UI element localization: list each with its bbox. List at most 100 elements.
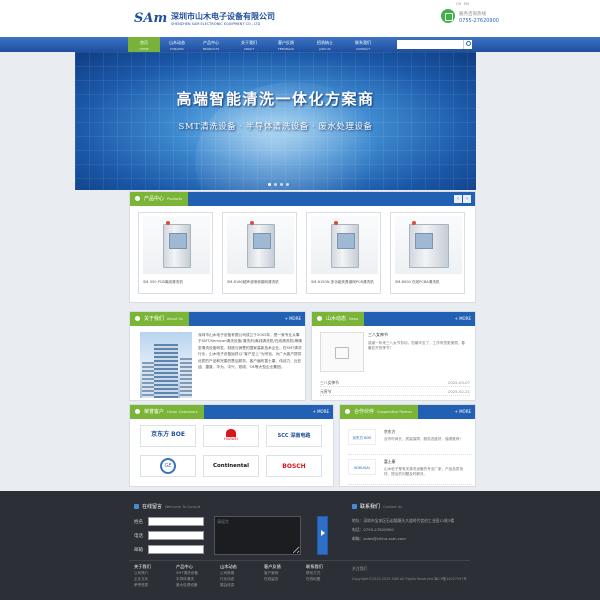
customer-logo-text: GE bbox=[160, 458, 176, 474]
building-shape bbox=[154, 344, 178, 398]
contact-section-title: 联系我们 Contact Us bbox=[352, 503, 402, 510]
partners-panel: 合作伙伴 Cooperative Partner + MORE 京东方 BOE 京… bbox=[339, 404, 476, 487]
footer-col-news: 山木动态 公司新闻 行业动态 展会信息 bbox=[220, 564, 237, 588]
submit-button[interactable] bbox=[317, 516, 328, 555]
product-card[interactable]: SM-350 PCB离线清洗机 bbox=[138, 212, 213, 294]
footer-col-products: 产品中心 SMT清洗设备 半导体清洗 废水处理设备 bbox=[176, 564, 198, 588]
about-more-link[interactable]: + MORE bbox=[284, 312, 301, 326]
customer-logo-boe[interactable]: 京东方 BOE bbox=[140, 425, 196, 447]
huawei-flower-icon bbox=[226, 429, 236, 437]
building-shape bbox=[180, 358, 192, 398]
about-panel: 关于我们 About Us + MORE 深圳市山木电子设备有限公司成立于2003… bbox=[129, 311, 306, 401]
product-card[interactable]: SM-8150N 多功能夹具钢网PCB清洗机 bbox=[306, 212, 381, 294]
banner-dot[interactable] bbox=[280, 183, 283, 186]
nav-join-us[interactable]: 招贤纳士 JOIN US bbox=[309, 37, 341, 52]
nav-products[interactable]: 产品中心 PRODUCTS bbox=[195, 37, 227, 52]
phone-text: 电话：0755-27620900 bbox=[352, 527, 394, 532]
list-item[interactable]: 三八女神节 2025-03-07 bbox=[320, 378, 470, 387]
customer-logo-ge[interactable]: GE bbox=[140, 455, 196, 477]
nav-home[interactable]: 首页 HOME bbox=[128, 37, 160, 52]
news-panel: 山木动态 News + MORE 三八女神节 感谢一年来三八女节劳动，您最辛苦了，… bbox=[311, 311, 476, 401]
partner-desc: 合作时间长，质量保障，服务态度好，值得推荐！ bbox=[384, 437, 464, 441]
machine-image bbox=[331, 221, 359, 268]
lang-cn-link[interactable]: CH bbox=[456, 2, 461, 6]
products-panel: 产品中心 Products ‹ › SM-350 PCB离线清洗机 SM-8160超… bbox=[129, 191, 476, 303]
footer-link[interactable]: 在线地图 bbox=[306, 576, 323, 582]
phone-icon bbox=[441, 9, 455, 23]
wechat-label: 关注我们 bbox=[352, 566, 368, 571]
building-shape bbox=[142, 362, 154, 398]
language-switch: CH EN bbox=[456, 2, 472, 6]
customer-logo-huawei[interactable]: HUAWEI bbox=[203, 425, 259, 447]
email-text: 邮箱：sales@china-sam.com bbox=[352, 536, 406, 541]
company-english-name: SHENZHEN SAM ELECTRONIC EQUIPMENT CO., L… bbox=[171, 22, 261, 26]
email-field[interactable] bbox=[148, 545, 204, 554]
customers-panel: 荣誉客户 Honor Customers + MORE 京东方 BOE HUAWE… bbox=[129, 404, 334, 487]
customers-header: 荣誉客户 Honor Customers + MORE bbox=[130, 405, 333, 419]
next-arrow-icon[interactable]: › bbox=[463, 195, 471, 203]
news-list: 三八女神节 2025-03-07 元宵节 2025-02-21 bbox=[320, 378, 470, 396]
hotline-number: 0755-27620900 bbox=[459, 18, 499, 24]
customer-logo-text: 京东方 BOE bbox=[151, 431, 185, 438]
product-name: SM-8160超声波喷淋钢网清洗机 bbox=[227, 280, 279, 284]
search-input[interactable] bbox=[397, 40, 463, 49]
nav-dynamic[interactable]: 山木动态 DYNAMIC bbox=[161, 37, 193, 52]
prev-arrow-icon[interactable]: ‹ bbox=[454, 195, 462, 203]
nav-about[interactable]: 关于我们 ABOUT bbox=[233, 37, 265, 52]
site-header: SAm 深圳市山木电子设备有限公司 SHENZHEN SAM ELECTRONI… bbox=[0, 0, 600, 37]
news-header: 山木动态 News + MORE bbox=[312, 312, 475, 326]
product-image bbox=[143, 216, 210, 274]
search-icon[interactable] bbox=[463, 40, 472, 49]
customer-logo-continental[interactable]: Continental bbox=[203, 455, 259, 477]
lang-en-link[interactable]: EN bbox=[464, 2, 469, 6]
products-header: 产品中心 Products ‹ › bbox=[130, 192, 475, 206]
news-more-link[interactable]: + MORE bbox=[454, 312, 471, 326]
footer-col-feedback: 客户反馈 客户案例 在线留言 bbox=[264, 564, 281, 582]
partners-list: 京东方 BOE 京东方 合作时间长，质量保障，服务态度好，值得推荐！ KOKUS… bbox=[348, 425, 472, 485]
footer-link[interactable]: 废水处理设备 bbox=[176, 582, 198, 588]
customer-logo-text: Continental bbox=[212, 463, 250, 469]
partners-more-link[interactable]: + MORE bbox=[454, 405, 471, 419]
partner-logo: 京东方 BOE bbox=[348, 429, 376, 445]
company-logo[interactable]: SAm bbox=[134, 11, 167, 26]
product-card[interactable]: SM-8160超声波喷淋钢网清洗机 bbox=[222, 212, 297, 294]
partner-logo: KOKUSAI bbox=[348, 459, 376, 475]
customer-logo-scc[interactable]: SCC 深南电路 bbox=[266, 425, 322, 447]
customers-more-link[interactable]: + MORE bbox=[312, 405, 329, 419]
customers-tab[interactable]: 荣誉客户 Honor Customers bbox=[130, 405, 204, 419]
partner-name: 富士康 bbox=[384, 459, 396, 464]
copyright-text: Copyright©2015-2025 SAM All Rights Reser… bbox=[352, 577, 467, 581]
list-item[interactable]: 元宵节 2025-02-21 bbox=[320, 387, 470, 396]
hero-banner[interactable]: 高端智能清洗一体化方案商 SMT清洗设备 · 半导体清洗设备 · 废水处理设备 bbox=[75, 52, 476, 190]
banner-dot[interactable] bbox=[268, 183, 271, 186]
name-field[interactable] bbox=[148, 517, 204, 526]
news-featured-title[interactable]: 三八女神节 bbox=[368, 332, 388, 338]
phone-field[interactable] bbox=[148, 531, 204, 540]
banner-dot[interactable] bbox=[286, 183, 289, 186]
message-section-title: 在线留言 Welcome To Consult bbox=[134, 503, 200, 510]
news-tab[interactable]: 山木动态 News bbox=[312, 312, 365, 326]
news-thumbnail[interactable] bbox=[320, 332, 364, 372]
machine-image bbox=[163, 221, 191, 268]
nav-feedback[interactable]: 客户反馈 FEEDBACK bbox=[270, 37, 302, 52]
message-textarea[interactable] bbox=[214, 516, 301, 555]
product-name: SM-8000 在线PCBA清洗机 bbox=[395, 280, 440, 284]
hotline-label: 服务咨询热线 bbox=[459, 12, 486, 17]
banner-title: 高端智能清洗一体化方案商 bbox=[176, 90, 375, 108]
product-card[interactable]: SM-8000 在线PCBA清洗机 bbox=[390, 212, 465, 294]
footer-link[interactable]: 在线留言 bbox=[264, 576, 281, 582]
products-tab[interactable]: 产品中心 Products bbox=[130, 192, 189, 206]
about-tab[interactable]: 关于我们 About Us bbox=[130, 312, 189, 326]
company-name: 深圳市山木电子设备有限公司 bbox=[171, 12, 275, 21]
footer-col-about: 关于我们 公司简介 企业文化 荣誉资质 bbox=[134, 564, 151, 588]
footer-link[interactable]: 荣誉资质 bbox=[134, 582, 151, 588]
name-label: 姓名 bbox=[134, 520, 143, 525]
list-item[interactable]: KOKUSAI 富士康 山木电子是有关清洗设备的专业厂家，产品品质良好，提出的问… bbox=[348, 455, 472, 485]
product-image bbox=[311, 216, 378, 274]
nav-contact[interactable]: 联系我们 CONTACT bbox=[347, 37, 379, 52]
customer-logo-bosch[interactable]: BOSCH bbox=[266, 455, 322, 477]
list-item[interactable]: 京东方 BOE 京东方 合作时间长，质量保障，服务态度好，值得推荐！ bbox=[348, 425, 472, 455]
banner-dot[interactable] bbox=[274, 183, 277, 186]
footer-link[interactable]: 展会信息 bbox=[220, 582, 237, 588]
partners-tab[interactable]: 合作伙伴 Cooperative Partner bbox=[340, 405, 419, 419]
